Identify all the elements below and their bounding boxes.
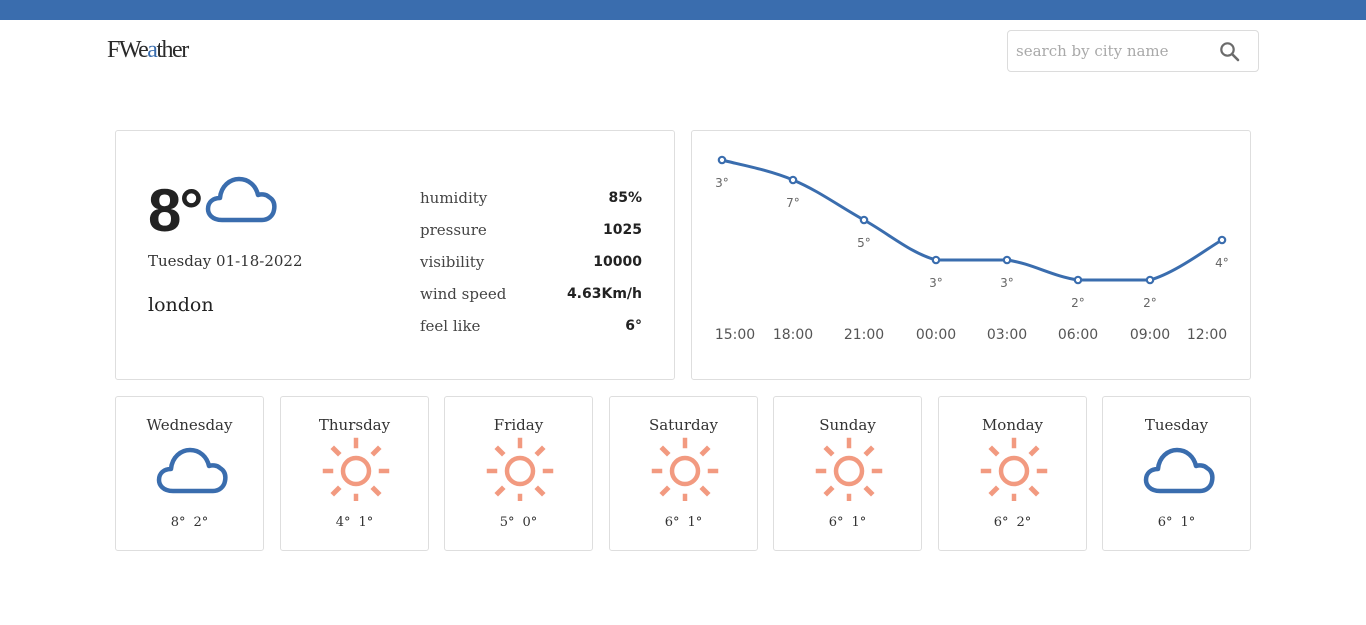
search-box xyxy=(1007,30,1259,72)
data-point[interactable] xyxy=(1217,235,1227,245)
cloud-icon xyxy=(153,437,229,501)
high-temp: 8° xyxy=(170,515,186,530)
high-temp: 6° xyxy=(1157,515,1173,530)
stat-row-feel-like: feel like 6° xyxy=(420,315,642,347)
low-temp: 2° xyxy=(193,515,209,530)
high-temp: 5° xyxy=(499,515,515,530)
stat-value: 4.63Km/h xyxy=(566,286,642,302)
stat-value: 10000 xyxy=(593,254,642,270)
day-temperatures: 6° 1° xyxy=(1103,515,1250,530)
city-name: london xyxy=(148,294,214,316)
cloud-icon xyxy=(1140,437,1216,501)
stat-value: 1025 xyxy=(603,222,642,238)
point-label: 3° xyxy=(1000,276,1014,290)
stat-label: wind speed xyxy=(420,285,507,303)
search-input[interactable] xyxy=(1016,31,1216,71)
day-name: Tuesday xyxy=(1144,416,1209,434)
app-logo[interactable]: FWeather xyxy=(107,37,189,64)
x-tick-label: 00:00 xyxy=(916,327,956,343)
top-bar xyxy=(0,0,1366,20)
day-temperatures: 6° 1° xyxy=(610,515,757,530)
data-point[interactable] xyxy=(931,255,941,265)
high-temp: 4° xyxy=(335,515,351,530)
series-line xyxy=(721,158,1223,282)
point-label: 2° xyxy=(1071,296,1085,310)
forecast-day-card: Sunday 6° 1° xyxy=(773,396,922,551)
x-tick-label: 09:00 xyxy=(1130,327,1170,343)
hourly-chart-svg: 3° 15:00 7° 18:00 5° 21:00 3° 00:00 3° 03:00 2° 06:… xyxy=(715,155,1229,343)
current-temperature: 8° xyxy=(148,177,203,244)
data-point[interactable] xyxy=(717,155,727,165)
sun-icon xyxy=(647,437,723,505)
point-label: 3° xyxy=(929,276,943,290)
day-name: Sunday xyxy=(819,416,876,434)
cloud-icon xyxy=(204,173,278,229)
day-temperatures: 6° 1° xyxy=(774,515,921,530)
x-tick-label: 18:00 xyxy=(773,327,813,343)
day-temperatures: 6° 2° xyxy=(939,515,1086,530)
high-temp: 6° xyxy=(993,515,1009,530)
weather-stats: humidity 85% pressure 1025 visibility 10… xyxy=(420,187,642,347)
forecast-day-card: Tuesday 6° 1° xyxy=(1102,396,1251,551)
low-temp: 1° xyxy=(687,515,703,530)
stat-value: 85% xyxy=(608,190,642,206)
forecast-day-card: Thursday 4° 1° xyxy=(280,396,429,551)
stat-row-visibility: visibility 10000 xyxy=(420,251,642,283)
low-temp: 1° xyxy=(851,515,867,530)
data-point[interactable] xyxy=(788,175,798,185)
forecast-day-card: Saturday 6° 1° xyxy=(609,396,758,551)
x-tick-label: 06:00 xyxy=(1058,327,1098,343)
day-name: Wednesday xyxy=(146,416,233,434)
data-point[interactable] xyxy=(859,215,869,225)
hourly-temperature-chart: 3° 15:00 7° 18:00 5° 21:00 3° 00:00 3° 03:00 2° 06:… xyxy=(691,130,1251,380)
point-label: 5° xyxy=(857,236,871,250)
data-point[interactable] xyxy=(1073,275,1083,285)
forecast-day-card: Wednesday 8° 2° xyxy=(115,396,264,551)
x-tick-label: 03:00 xyxy=(987,327,1027,343)
sun-icon xyxy=(811,437,887,505)
day-name: Monday xyxy=(981,416,1044,434)
stat-value: 6° xyxy=(625,318,642,334)
point-label: 4° xyxy=(1215,256,1229,270)
low-temp: 0° xyxy=(522,515,538,530)
sun-icon xyxy=(482,437,558,505)
sun-icon xyxy=(318,437,394,505)
day-temperatures: 5° 0° xyxy=(445,515,592,530)
stat-label: visibility xyxy=(420,253,485,271)
forecast-day-card: Monday 6° 2° xyxy=(938,396,1087,551)
data-point[interactable] xyxy=(1002,255,1012,265)
day-name: Thursday xyxy=(318,416,391,434)
search-icon[interactable] xyxy=(1218,40,1242,64)
high-temp: 6° xyxy=(828,515,844,530)
stat-row-pressure: pressure 1025 xyxy=(420,219,642,251)
current-weather-card: 8° Tuesday 01-18-2022 london humidity 85… xyxy=(115,130,675,380)
low-temp: 1° xyxy=(358,515,374,530)
x-tick-label: 21:00 xyxy=(844,327,884,343)
stat-label: feel like xyxy=(420,317,481,335)
x-tick-label: 15:00 xyxy=(715,327,755,343)
day-name: Saturday xyxy=(648,416,719,434)
stat-label: humidity xyxy=(420,189,488,207)
x-tick-label: 12:00 xyxy=(1187,327,1227,343)
current-date: Tuesday 01-18-2022 xyxy=(148,252,303,270)
day-temperatures: 4° 1° xyxy=(281,515,428,530)
low-temp: 1° xyxy=(1180,515,1196,530)
point-label: 7° xyxy=(786,196,800,210)
day-name: Friday xyxy=(493,416,544,434)
stat-row-humidity: humidity 85% xyxy=(420,187,642,219)
forecast-day-card: Friday 5° 0° xyxy=(444,396,593,551)
point-label: 3° xyxy=(715,176,729,190)
data-point[interactable] xyxy=(1145,275,1155,285)
high-temp: 6° xyxy=(664,515,680,530)
low-temp: 2° xyxy=(1016,515,1032,530)
stat-row-wind-speed: wind speed 4.63Km/h xyxy=(420,283,642,315)
point-label: 2° xyxy=(1143,296,1157,310)
stat-label: pressure xyxy=(420,221,487,239)
sun-icon xyxy=(976,437,1052,505)
day-temperatures: 8° 2° xyxy=(116,515,263,530)
